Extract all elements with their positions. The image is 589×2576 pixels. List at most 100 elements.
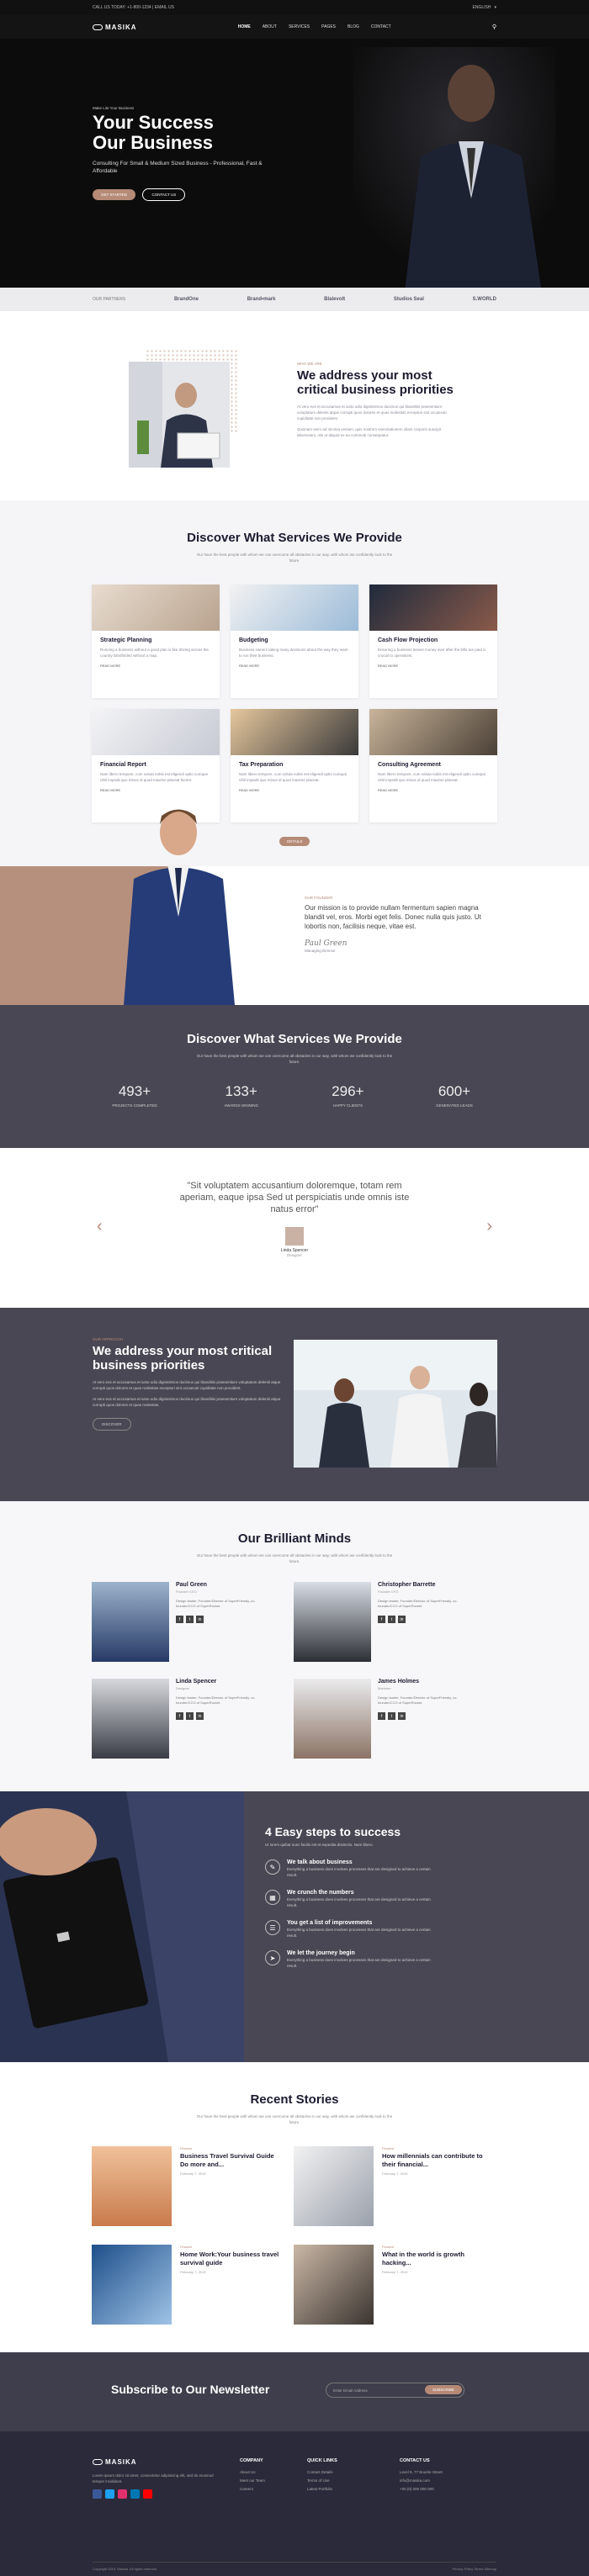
read-more-link[interactable]: READ MORE — [378, 664, 489, 668]
read-more-link[interactable]: READ MORE — [378, 788, 489, 792]
approach-paragraph: At vero eos et accusamus et iusto odio d… — [93, 1380, 281, 1390]
read-more-link[interactable]: READ MORE — [239, 664, 350, 668]
footer-link[interactable]: Careers — [240, 2487, 265, 2491]
discover-button[interactable]: DISCOVER — [93, 1418, 131, 1431]
service-desc: Nam libero tempore, cum soluta nobis est… — [100, 772, 209, 782]
nav-contact[interactable]: CONTACT — [371, 24, 391, 29]
post-date: February 7, 2019 — [180, 2270, 206, 2274]
post-category: Finance — [180, 2146, 193, 2150]
service-card[interactable]: Strategic Planning Running a business wit… — [92, 584, 220, 698]
service-title: Budgeting — [239, 637, 268, 643]
service-card[interactable]: Consulting Agreement Nam libero tempore, … — [369, 709, 497, 823]
linkedin-icon[interactable]: in — [196, 1712, 204, 1720]
facebook-icon[interactable]: f — [176, 1712, 183, 1720]
site-logo[interactable]: MASIKA — [93, 24, 137, 31]
youtube-icon[interactable] — [143, 2489, 152, 2499]
post-title[interactable]: Home Work:Your business travel survival … — [180, 2251, 281, 2267]
team-member: James Holmes Marketer Design leader, Found… — [294, 1679, 496, 1759]
twitter-icon[interactable] — [105, 2489, 114, 2499]
footer-link[interactable]: Contact Details — [307, 2470, 337, 2474]
slider-role: Designer — [286, 1253, 302, 1257]
facebook-icon[interactable] — [93, 2489, 102, 2499]
post-title[interactable]: Business Travel Survival Guide Do more a… — [180, 2152, 281, 2168]
hero-kicker: Make Lite Your Business — [93, 106, 135, 110]
counter-number: 600+ — [438, 1083, 471, 1099]
step-title: We let the journey begin — [287, 1950, 355, 1956]
blog-post[interactable]: Finance Home Work:Your business travel su… — [92, 2245, 294, 2325]
read-more-link[interactable]: READ MORE — [100, 788, 211, 792]
service-image — [369, 584, 497, 631]
blog-post[interactable]: Finance How millennials can contribute to… — [294, 2146, 496, 2226]
read-more-link[interactable]: READ MORE — [239, 788, 350, 792]
nav-blog[interactable]: BLOG — [348, 24, 359, 29]
counters-section: Discover What Services We Provide Our ha… — [0, 1005, 589, 1148]
get-started-button[interactable]: GET STARTED — [93, 189, 136, 200]
instagram-icon[interactable] — [118, 2489, 127, 2499]
facebook-icon[interactable]: f — [378, 1616, 385, 1623]
twitter-icon[interactable]: t — [186, 1712, 194, 1720]
footer-email[interactable]: info@masika.com — [400, 2478, 443, 2483]
nav-about[interactable]: ABOUT — [263, 24, 277, 29]
meeting-image — [294, 1340, 497, 1468]
footer-logo[interactable]: MASIKA — [93, 2458, 219, 2466]
footer-link[interactable]: Latest Portfolio — [307, 2487, 337, 2491]
linkedin-icon[interactable]: in — [196, 1616, 204, 1623]
services-title: Discover What Services We Provide — [187, 531, 402, 545]
step-desc: Everything a business does involves proc… — [287, 1958, 431, 1968]
about-man-laptop-image — [129, 362, 230, 468]
facebook-icon[interactable]: f — [176, 1616, 183, 1623]
twitter-icon[interactable]: t — [186, 1616, 194, 1623]
prev-arrow-icon[interactable]: ‹ — [97, 1217, 103, 1236]
footer-about: Lorem ipsum dolor sit amet, consectetur … — [93, 2473, 214, 2483]
service-card[interactable]: Budgeting Business owners taking many dec… — [231, 584, 358, 698]
founder-role: Managing Director — [305, 949, 336, 953]
steps-title: 4 Easy steps to success — [265, 1825, 401, 1838]
founder-signature: Paul Green — [305, 939, 348, 948]
blog-post[interactable]: Finance Business Travel Survival Guide Do… — [92, 2146, 294, 2226]
service-title: Financial Report — [100, 762, 146, 768]
founder-kicker: OUR FOUNDER — [305, 896, 333, 900]
linkedin-icon[interactable]: in — [398, 1712, 406, 1720]
twitter-icon[interactable]: t — [388, 1712, 395, 1720]
post-title[interactable]: What in the world is growth hacking... — [382, 2251, 483, 2267]
subscribe-button[interactable]: SUBSCRIBE — [425, 2385, 463, 2394]
linkedin-icon[interactable]: in — [398, 1616, 406, 1623]
search-icon[interactable]: ⚲ — [492, 24, 496, 30]
blog-post[interactable]: Finance What in the world is growth hacki… — [294, 2245, 496, 2325]
language-select[interactable]: ENGLISH — [473, 5, 491, 10]
nav-home[interactable]: HOME — [238, 24, 251, 29]
footer-link[interactable]: About Us — [240, 2470, 265, 2474]
nav-pages[interactable]: PAGES — [321, 24, 336, 29]
counter-item: 493+ PROJECTS COMPLETED — [88, 1083, 181, 1108]
newsletter-title: Subscribe to Our Newsletter — [111, 2383, 270, 2396]
service-title: Cash Flow Projection — [378, 637, 438, 643]
post-image — [294, 2245, 374, 2325]
linkedin-icon[interactable] — [130, 2489, 140, 2499]
post-title[interactable]: How millennials can contribute to their … — [382, 2152, 483, 2168]
member-role: Designer — [176, 1686, 190, 1690]
step-title: We talk about business — [287, 1859, 353, 1865]
footer-link[interactable]: Terms of Use — [307, 2478, 337, 2483]
footer-link[interactable]: Meet our Team — [240, 2478, 265, 2483]
partners-bar: OUR PARTNERS BrandOne Brand•mark Blalevo… — [0, 288, 589, 311]
step-item: ☰ You get a list of improvements Everythin… — [265, 1920, 501, 1939]
service-card[interactable]: Cash Flow Projection Ensuring a business … — [369, 584, 497, 698]
twitter-icon[interactable]: t — [388, 1616, 395, 1623]
service-card[interactable]: Tax Preparation Nam libero tempore, cum s… — [231, 709, 358, 823]
team-member: Christopher Barrette Founder CFO Design le… — [294, 1582, 496, 1662]
member-photo — [92, 1679, 169, 1759]
next-arrow-icon[interactable]: › — [486, 1217, 492, 1236]
read-more-link[interactable]: READ MORE — [100, 664, 211, 668]
facebook-icon[interactable]: f — [378, 1712, 385, 1720]
counter-item: 600+ GENERATED LEADS — [408, 1083, 501, 1108]
legal-links[interactable]: Privacy Policy Terms Sitemap — [452, 2567, 496, 2571]
details-button[interactable]: DETAILS — [279, 837, 310, 846]
founder-quote: Our mission is to provide nullam ferment… — [305, 904, 481, 930]
services-subtitle: Our have the best people with whom we ca… — [196, 553, 393, 563]
contact-us-button[interactable]: CONTACT US — [142, 188, 186, 201]
footer-col-title: QUICK LINKS — [307, 2458, 337, 2463]
copyright-text: Copyright 2019. Masika. All rights reser… — [93, 2567, 158, 2571]
nav-services[interactable]: SERVICES — [289, 24, 310, 29]
service-desc: Running a business without a good plan i… — [100, 648, 209, 658]
member-desc: Design leader, Founder/Director of Super… — [378, 1695, 458, 1705]
